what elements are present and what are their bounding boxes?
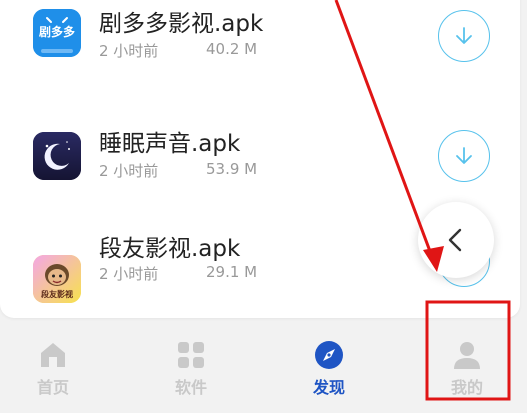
app-time: 2 小时前 [99, 162, 159, 180]
app-meta: 2 小时前 53.9 M [99, 160, 257, 181]
app-name: 段友影视.apk [99, 236, 241, 262]
bottom-nav: 首页 软件 发现 我的 [0, 330, 527, 413]
app-time: 2 小时前 [99, 42, 159, 60]
user-icon [454, 342, 480, 369]
nav-label: 我的 [450, 378, 483, 397]
nav-label: 发现 [312, 378, 345, 397]
app-size: 53.9 M [206, 160, 258, 178]
app-size: 29.1 M [206, 263, 258, 281]
floating-back-button[interactable] [418, 202, 494, 278]
download-arrow-icon [456, 147, 472, 164]
app-size: 40.2 M [206, 40, 258, 58]
app-time: 2 小时前 [99, 265, 159, 283]
nav-item-home[interactable]: 首页 [8, 330, 98, 400]
nav-label: 软件 [174, 378, 207, 397]
download-button[interactable] [438, 130, 490, 182]
chevron-left-icon [448, 228, 462, 252]
app-icon-label: 段友影视 [41, 290, 73, 299]
nav-label: 首页 [36, 378, 69, 397]
grid-icon [178, 342, 204, 368]
app-name: 睡眠声音.apk [99, 131, 241, 157]
app-meta: 2 小时前 40.2 M [99, 40, 257, 61]
nav-item-mine[interactable]: 我的 [422, 330, 512, 400]
nav-item-discover[interactable]: 发现 [284, 330, 374, 400]
app-meta: 2 小时前 29.1 M [99, 263, 257, 284]
compass-icon [315, 341, 343, 369]
nav-item-software[interactable]: 软件 [146, 330, 236, 400]
moon-app-icon [33, 132, 81, 180]
download-arrow-icon [456, 27, 472, 44]
list-item[interactable]: 睡眠声音.apk 2 小时前 53.9 M [0, 100, 520, 200]
juduoduo-app-icon: 剧多多 [33, 9, 81, 57]
list-item[interactable]: 剧多多 剧多多影视.apk 2 小时前 40.2 M [0, 0, 520, 80]
download-button[interactable] [438, 10, 490, 62]
app-name: 剧多多影视.apk [99, 11, 264, 37]
app-icon-label: 剧多多 [38, 25, 75, 39]
duanyou-app-icon: 段友影视 [33, 255, 81, 303]
home-icon [41, 343, 65, 367]
